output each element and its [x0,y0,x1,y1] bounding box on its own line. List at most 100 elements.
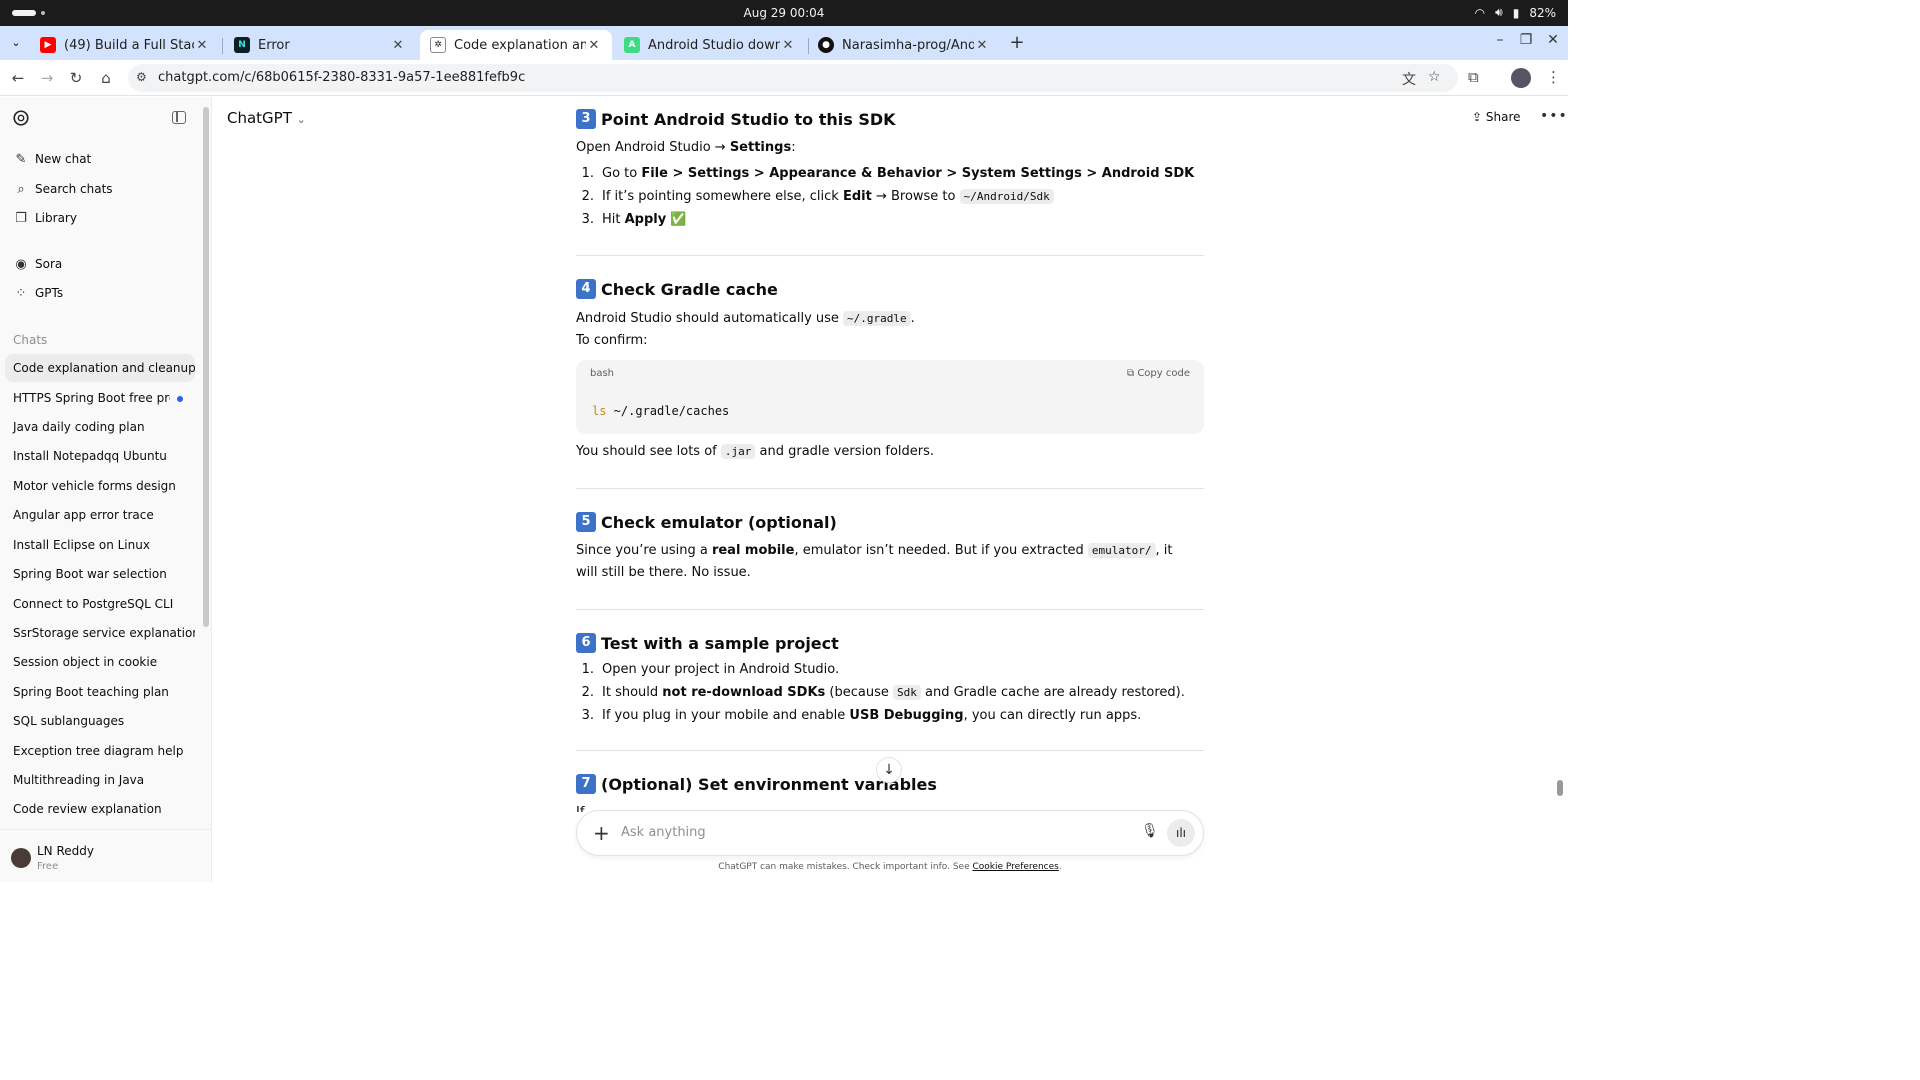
scroll-down-button[interactable]: ↓ [876,757,902,783]
page-scrollbar[interactable] [1557,780,1563,796]
sidebar-scrollbar[interactable] [203,107,209,627]
paragraph: Android Studio should automatically use … [576,311,915,326]
close-window-icon[interactable]: ✕ [1543,32,1563,48]
copy-code-button[interactable]: ⧉ Copy code [1127,368,1190,379]
site-info-icon[interactable]: ⚙ [136,70,147,84]
sidebar-item-label: Sora [35,257,63,271]
sidebar-item-label: New chat [35,152,92,166]
url-text[interactable]: chatgpt.com/c/68b0615f-2380-8331-9a57-1e… [158,70,525,85]
chat-item[interactable]: Connect to PostgreSQL CLI [5,590,195,618]
extensions-icon[interactable]: ⧉ [1468,68,1479,86]
chat-item[interactable]: Java daily coding plan [5,413,195,441]
user-plan: Free [37,861,59,872]
chat-item[interactable]: HTTPS Spring Boot free pro... [5,384,170,412]
code-text: ls ~/.gradle/caches [592,404,730,418]
divider [576,750,1204,751]
tab-chatgpt[interactable]: ✲ Code explanation and cle ✕ [420,30,612,60]
github-icon: ● [818,37,834,53]
browser-tab-strip: ⌄ ▶ (49) Build a Full Stack E-c ✕ N Erro… [0,26,1568,60]
wifi-icon: ◠ [1474,5,1486,20]
sidebar-item-sora[interactable]: ◉ Sora [5,250,195,278]
avatar [11,848,31,868]
sidebar-item-label: Library [35,211,77,225]
close-icon[interactable]: ✕ [780,38,796,53]
chat-item[interactable]: Session object in cookie [5,648,195,676]
profile-avatar[interactable] [1511,68,1531,88]
sora-icon: ◉ [15,256,27,272]
back-arrow-icon[interactable]: ← [8,68,28,88]
list-item: 2. It should not re-download SDKs (becaus… [581,685,1185,700]
plus-icon[interactable]: + [593,821,610,845]
tab-error[interactable]: N Error ✕ [224,30,416,60]
translate-icon[interactable]: 文 [1402,69,1416,89]
chat-item[interactable]: Install Eclipse on Linux [5,531,195,559]
divider [576,609,1204,610]
tab-android-studio[interactable]: A Android Studio downloa ✕ [614,30,806,60]
chat-item[interactable]: Angular app error trace [5,501,195,529]
close-icon[interactable]: ✕ [390,38,406,53]
paragraph: You should see lots of .jar and gradle v… [576,444,935,459]
more-options-icon[interactable]: ••• [1540,108,1568,124]
home-icon[interactable]: ⌂ [96,68,116,88]
tab-divider [222,38,223,54]
divider [576,488,1204,489]
chat-item[interactable]: Exception tree diagram help [5,737,195,765]
tab-github[interactable]: ● Narasimha-prog/Andiod ✕ [808,30,1000,60]
chat-item[interactable]: SsrStorage service explanation [5,619,195,647]
code-block: bash ⧉ Copy code ls ~/.gradle/caches [576,360,1204,434]
cookie-preferences-link[interactable]: Cookie Preferences [972,862,1058,872]
chat-item[interactable]: Multithreading in Java [5,766,195,794]
restore-icon[interactable]: ❐ [1516,32,1536,48]
code-language: bash [590,368,615,379]
unread-dot [177,396,183,402]
reload-icon[interactable]: ↻ [66,68,86,88]
list-item: 2. If it’s pointing somewhere else, click… [576,189,1054,204]
chat-item[interactable]: Motor vehicle forms design [5,472,195,500]
share-button[interactable]: ⇪ Share [1472,110,1521,124]
tab-search-chevron-icon[interactable]: ⌄ [6,34,26,52]
address-bar[interactable]: ⚙ chatgpt.com/c/68b0615f-2380-8331-9a57-… [128,64,1458,92]
sidebar-item-new-chat[interactable]: ✎ New chat [5,145,195,173]
list-item: 3. If you plug in your mobile and enable … [581,708,1142,723]
user-menu[interactable]: LN Reddy Free [0,829,212,882]
close-icon[interactable]: ✕ [586,38,602,53]
chat-item[interactable]: Spring Boot war selection [5,560,195,588]
section-heading: 6 Test with a sample project [576,633,839,653]
openai-logo-icon[interactable] [12,109,30,127]
message-composer[interactable]: + Ask anything 🎙︎ ılı [576,810,1204,856]
chat-item[interactable]: Spring Boot teaching plan [5,678,195,706]
android-studio-icon: A [624,37,640,53]
chat-item[interactable]: Code review explanation [5,795,195,823]
section-heading: 5 Check emulator (optional) [576,512,837,532]
netlify-icon: N [234,37,250,53]
close-icon[interactable]: ✕ [194,38,210,53]
voice-mode-icon[interactable]: ılı [1167,819,1195,847]
close-icon[interactable]: ✕ [974,38,990,53]
battery-icon: ▮ [1512,5,1520,20]
sidebar-item-search-chats[interactable]: ⌕ Search chats [5,175,195,203]
bookmark-star-icon[interactable]: ☆ [1428,69,1441,85]
sidebar-item-gpts[interactable]: ⁘ GPTs [5,279,195,307]
share-label: Share [1485,110,1521,124]
copy-icon: ⧉ [1127,368,1135,379]
system-tray[interactable]: ◠ 🔊︎ ▮ 82% [1475,5,1556,20]
minimize-icon[interactable]: – [1490,32,1510,48]
forward-arrow-icon[interactable]: → [37,68,57,88]
tab-youtube[interactable]: ▶ (49) Build a Full Stack E-c ✕ [30,30,220,60]
chevron-down-icon: ⌄ [296,113,306,126]
new-tab-button[interactable]: + [1006,32,1028,54]
composer-input[interactable]: Ask anything [621,825,706,840]
sidebar-toggle-icon[interactable] [172,111,186,124]
system-clock[interactable]: Aug 29 00:04 [0,6,1568,20]
browser-menu-icon[interactable]: ⋮ [1546,68,1561,86]
paragraph-partial: If [576,802,584,812]
microphone-icon[interactable]: 🎙︎ [1141,823,1159,839]
browser-toolbar: ← → ↻ ⌂ ⚙ chatgpt.com/c/68b0615f-2380-83… [0,60,1568,96]
chat-item[interactable]: SQL sublanguages [5,707,195,735]
paragraph: To confirm: [576,333,648,348]
share-icon: ⇪ [1472,110,1483,124]
sidebar-item-library[interactable]: ❐ Library [5,204,195,232]
model-selector[interactable]: ChatGPT ⌄ [227,109,306,127]
chat-item[interactable]: Install Notepadqq Ubuntu [5,442,195,470]
chat-item[interactable]: Code explanation and cleanup [5,354,195,382]
